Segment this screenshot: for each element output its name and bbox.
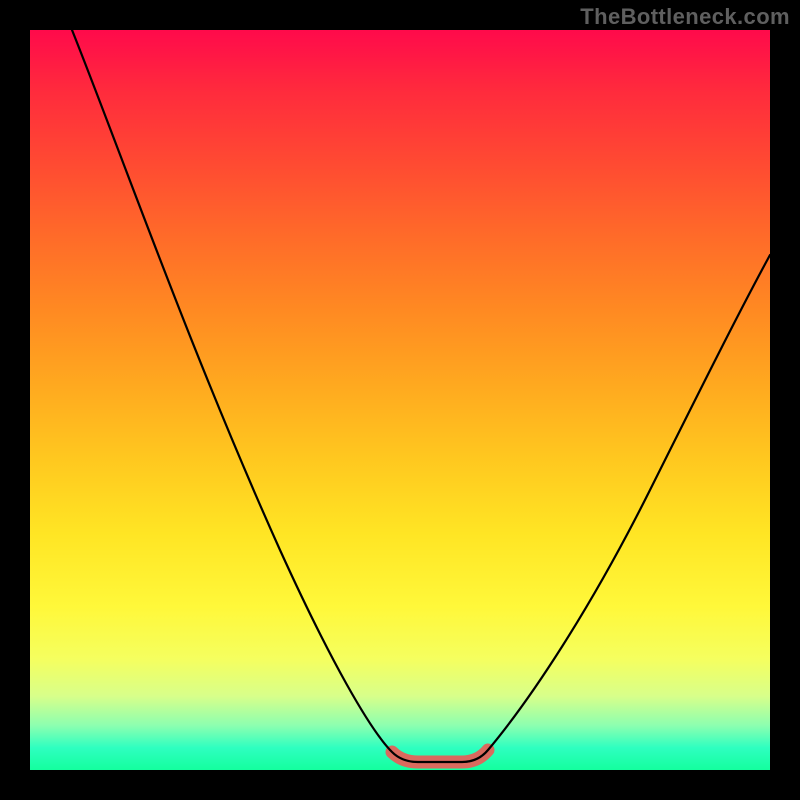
watermark-label: TheBottleneck.com	[580, 4, 790, 30]
bottleneck-curve	[30, 30, 770, 770]
plot-area	[30, 30, 770, 770]
chart-frame: TheBottleneck.com	[0, 0, 800, 800]
curve-path	[72, 30, 770, 762]
